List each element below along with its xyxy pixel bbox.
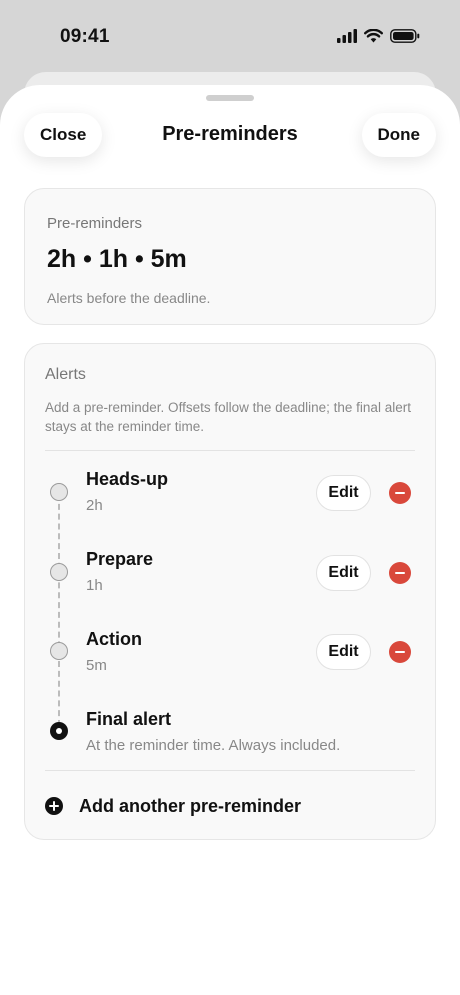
timeline-dot <box>50 642 68 660</box>
summary-label: Pre-reminders <box>47 215 143 232</box>
remove-heads-up-button[interactable] <box>389 482 411 504</box>
alert-offset-action: 5m <box>86 657 107 674</box>
divider <box>45 770 415 771</box>
wifi-icon <box>364 29 383 43</box>
final-alert-title: Final alert <box>86 709 172 729</box>
timeline-dot <box>50 483 68 501</box>
alerts-title: Alerts <box>45 366 86 383</box>
final-alert-subtitle: At the reminder time. Always included. <box>86 737 341 754</box>
add-pre-reminder-label: Add another pre-reminder <box>79 795 302 816</box>
alert-offset-heads-up: 2h <box>86 497 103 514</box>
minus-icon <box>395 491 405 495</box>
plus-circle-icon <box>45 797 63 815</box>
status-icons <box>337 29 420 43</box>
pre-reminders-sheet: Close Pre-reminders Done Pre-reminders 2… <box>0 85 460 995</box>
alert-title-heads-up: Heads-up <box>86 469 169 489</box>
alerts-description: Add a pre-reminder. Offsets follow the d… <box>45 400 411 434</box>
minus-icon <box>395 650 405 654</box>
alert-offset-prepare: 1h <box>86 577 103 594</box>
summary-value: 2h • 1h • 5m <box>47 245 187 273</box>
add-pre-reminder-button[interactable]: Add another pre-reminder <box>45 792 301 820</box>
divider <box>45 450 415 451</box>
timeline-dot <box>50 563 68 581</box>
battery-icon <box>390 29 420 43</box>
status-bar: 09:41 <box>0 0 460 72</box>
minus-icon <box>395 571 405 575</box>
signal-icon <box>337 29 357 43</box>
edit-heads-up-button[interactable]: Edit <box>316 475 371 511</box>
summary-description: Alerts before the deadline. <box>47 290 211 306</box>
timeline-line <box>58 494 60 726</box>
summary-card: Pre-reminders 2h • 1h • 5m Alerts before… <box>24 188 436 325</box>
edit-prepare-button[interactable]: Edit <box>316 555 371 591</box>
alert-title-prepare: Prepare <box>86 549 154 569</box>
sheet-grabber[interactable] <box>206 95 254 101</box>
alerts-card: Alerts Add a pre-reminder. Offsets follo… <box>24 343 436 840</box>
remove-prepare-button[interactable] <box>389 562 411 584</box>
status-time: 09:41 <box>60 26 110 47</box>
remove-action-button[interactable] <box>389 641 411 663</box>
timeline-dot-final <box>50 722 68 740</box>
alert-title-action: Action <box>86 629 142 649</box>
done-button[interactable]: Done <box>361 113 436 157</box>
edit-action-button[interactable]: Edit <box>316 634 371 670</box>
